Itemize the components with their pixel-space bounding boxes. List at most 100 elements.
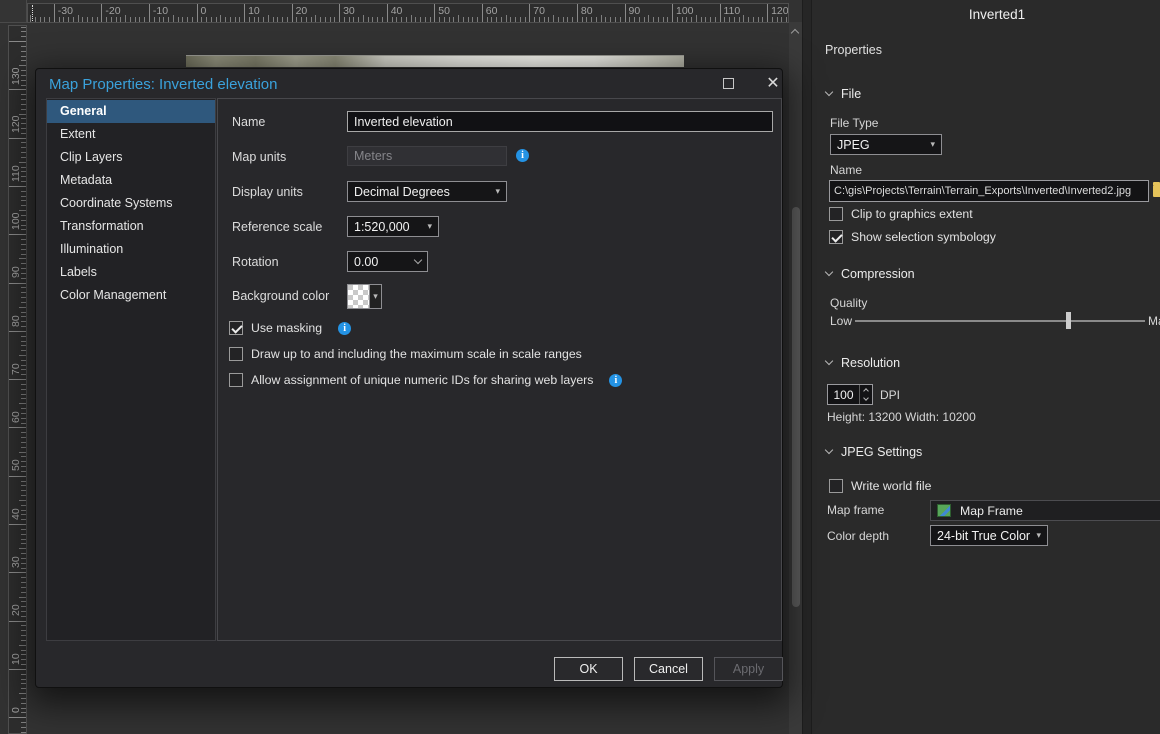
sidebar-item-metadata[interactable]: Metadata xyxy=(47,169,215,192)
ruler-tick xyxy=(701,17,702,22)
ruler-tick xyxy=(539,17,540,22)
ruler-tick xyxy=(30,15,31,22)
sidebar-item-general[interactable]: General xyxy=(47,100,215,123)
chevron-down-icon xyxy=(825,357,833,365)
spinner-up-icon[interactable] xyxy=(863,388,869,394)
quality-slider-thumb[interactable] xyxy=(1066,312,1071,329)
ruler-tick xyxy=(586,17,587,22)
ruler-label: -10 xyxy=(153,5,168,17)
ruler-label: -20 xyxy=(105,5,120,17)
ruler-tick xyxy=(648,15,649,22)
restore-window-icon[interactable] xyxy=(723,78,734,89)
ruler-tick xyxy=(9,669,26,670)
panel-divider[interactable] xyxy=(802,0,812,734)
clip-to-graphics-row[interactable]: Clip to graphics extent xyxy=(829,207,973,221)
clip-to-graphics-checkbox[interactable] xyxy=(829,207,843,221)
apply-button[interactable]: Apply xyxy=(714,657,783,681)
use-masking-checkbox[interactable] xyxy=(229,321,243,335)
file-path-input[interactable] xyxy=(829,180,1149,202)
close-icon[interactable]: ✕ xyxy=(763,73,783,95)
ruler-tick xyxy=(206,17,207,22)
browse-folder-icon[interactable] xyxy=(1153,185,1160,197)
vertical-scrollbar[interactable] xyxy=(789,22,802,734)
ruler-tick xyxy=(315,15,316,22)
color-depth-dropdown[interactable]: 24-bit True Color ▾ xyxy=(930,525,1048,546)
ruler-tick xyxy=(87,17,88,22)
section-file[interactable]: File xyxy=(826,87,861,101)
ruler-tick xyxy=(21,471,26,472)
ruler-tick xyxy=(753,17,754,22)
ruler-tick xyxy=(382,17,383,22)
sidebar-item-extent[interactable]: Extent xyxy=(47,123,215,146)
numeric-ids-checkbox[interactable] xyxy=(229,373,243,387)
ruler-tick xyxy=(111,17,112,22)
file-type-dropdown[interactable]: JPEG ▾ xyxy=(830,134,942,155)
ok-button[interactable]: OK xyxy=(554,657,623,681)
dpi-spinner-buttons[interactable] xyxy=(859,385,872,404)
write-world-file-row[interactable]: Write world file xyxy=(829,479,931,493)
use-masking-row[interactable]: Use masking i xyxy=(229,321,351,335)
ruler-tick xyxy=(197,4,198,22)
numeric-ids-label: Allow assignment of unique numeric IDs f… xyxy=(251,373,593,387)
info-icon[interactable]: i xyxy=(609,374,622,387)
map-properties-dialog: Map Properties: Inverted elevation ✕ Gen… xyxy=(35,68,783,688)
section-resolution[interactable]: Resolution xyxy=(826,356,900,370)
ruler-tick xyxy=(472,17,473,22)
sidebar-item-clip-layers[interactable]: Clip Layers xyxy=(47,146,215,169)
write-world-file-label: Write world file xyxy=(851,479,931,493)
ruler-tick xyxy=(620,17,621,22)
draw-max-scale-row[interactable]: Draw up to and including the maximum sca… xyxy=(229,347,582,361)
quality-low-label: Low xyxy=(830,314,852,328)
ruler-tick xyxy=(729,17,730,22)
ruler-label: 70 xyxy=(533,5,545,17)
sidebar-item-coordinate-systems[interactable]: Coordinate Systems xyxy=(47,192,215,215)
section-file-label: File xyxy=(841,87,861,101)
scrollbar-thumb[interactable] xyxy=(792,207,800,607)
ruler-tick xyxy=(610,17,611,22)
ruler-tick xyxy=(101,4,102,22)
rotation-combo[interactable]: 0.00 xyxy=(347,251,428,272)
display-units-dropdown[interactable]: Decimal Degrees ▾ xyxy=(347,181,507,202)
cancel-button[interactable]: Cancel xyxy=(634,657,703,681)
ruler-tick xyxy=(696,15,697,22)
map-frame-field[interactable]: Map Frame xyxy=(930,500,1160,521)
dropdown-arrow-icon: ▾ xyxy=(930,139,935,150)
ruler-tick xyxy=(377,17,378,22)
scrollbar-up-icon[interactable] xyxy=(791,29,799,37)
info-icon[interactable]: i xyxy=(516,149,529,162)
dpi-spinner[interactable]: 100 xyxy=(827,384,873,405)
sidebar-item-labels[interactable]: Labels xyxy=(47,261,215,284)
ruler-tick xyxy=(453,17,454,22)
export-name-title: Inverted1 xyxy=(812,7,1160,22)
map-name-input[interactable] xyxy=(347,111,773,132)
background-color-picker[interactable]: ▾ xyxy=(347,284,382,309)
ruler-label: 60 xyxy=(10,383,22,423)
export-size-text: Height: 13200 Width: 10200 xyxy=(827,410,976,424)
draw-max-scale-checkbox[interactable] xyxy=(229,347,243,361)
ruler-tick xyxy=(92,17,93,22)
ruler-tick xyxy=(667,17,668,22)
file-name-label: Name xyxy=(830,163,862,177)
ruler-tick xyxy=(9,524,26,525)
clip-to-graphics-label: Clip to graphics extent xyxy=(851,207,973,221)
ruler-label: 10 xyxy=(248,5,260,17)
dialog-title[interactable]: Map Properties: Inverted elevation xyxy=(49,76,277,93)
sidebar-item-color-management[interactable]: Color Management xyxy=(47,284,215,307)
spinner-down-icon[interactable] xyxy=(863,395,869,401)
ruler-left: 1301201101009080706050403020100-10 xyxy=(8,25,27,734)
write-world-file-checkbox[interactable] xyxy=(829,479,843,493)
rotation-value: 0.00 xyxy=(354,255,378,269)
section-compression[interactable]: Compression xyxy=(826,267,915,281)
ruler-tick xyxy=(139,17,140,22)
section-jpeg-settings[interactable]: JPEG Settings xyxy=(826,445,922,459)
sidebar-item-illumination[interactable]: Illumination xyxy=(47,238,215,261)
numeric-ids-row[interactable]: Allow assignment of unique numeric IDs f… xyxy=(229,373,622,387)
info-icon[interactable]: i xyxy=(338,322,351,335)
show-selection-checkbox[interactable] xyxy=(829,230,843,244)
reference-scale-dropdown[interactable]: 1:520,000 ▾ xyxy=(347,216,439,237)
ruler-label: 50 xyxy=(438,5,450,17)
display-units-value: Decimal Degrees xyxy=(354,185,450,199)
quality-slider[interactable] xyxy=(855,320,1145,322)
sidebar-item-transformation[interactable]: Transformation xyxy=(47,215,215,238)
show-selection-row[interactable]: Show selection symbology xyxy=(829,230,996,244)
